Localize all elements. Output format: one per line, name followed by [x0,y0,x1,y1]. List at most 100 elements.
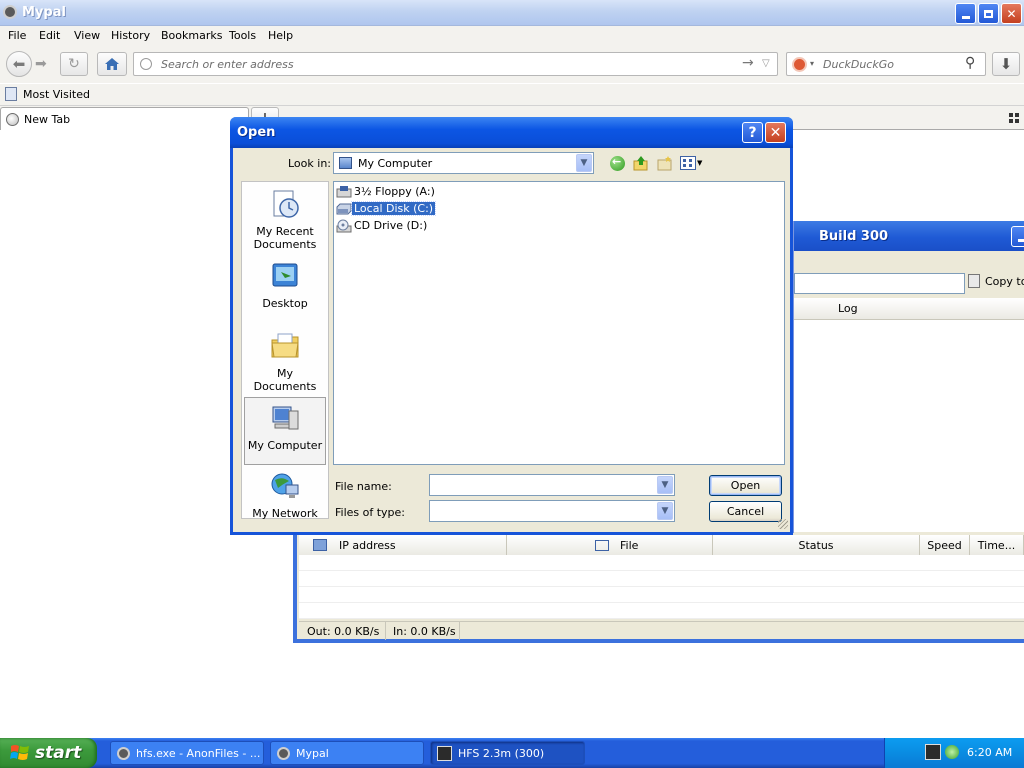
up-folder-button[interactable] [633,155,649,171]
menu-edit[interactable]: Edit [39,29,60,42]
dialog-close-button[interactable]: ✕ [765,122,786,143]
file-name-label: File name: [335,480,392,493]
page-info-icon [140,58,152,70]
view-menu-button[interactable]: ▼ [680,155,704,171]
chevron-down-icon[interactable]: ▼ [657,476,673,494]
place-label: My Documents [253,367,317,393]
back-arrow-icon: ⬅ [12,55,26,73]
task-hfs-anonfiles[interactable]: hfs.exe - AnonFiles - ... [110,741,264,765]
files-of-type-select[interactable]: ▼ [429,500,675,522]
start-button[interactable]: start [0,738,97,768]
open-button[interactable]: Open [709,475,782,496]
all-tabs-icon[interactable] [1009,113,1019,123]
col-time-label: Time... [977,538,1016,552]
col-ip-address[interactable]: IP address [299,535,507,555]
up-folder-icon [633,156,648,171]
file-name-input[interactable]: ▼ [429,474,675,496]
place-label: Desktop [262,297,308,310]
navigation-toolbar: ⬅ ➡ ↻ Search or enter address → ▽ ▾ Duck… [0,47,1024,83]
col-speed-label: Speed [927,538,962,552]
browser-titlebar: Mypal ✕ [0,0,1024,26]
table-row [299,555,1024,571]
menu-tools[interactable]: Tools [229,29,256,42]
search-bar[interactable]: ▾ DuckDuckGo ⚲ [786,52,986,76]
list-item-floppy-a[interactable]: 3½ Floppy (A:) [336,184,437,199]
place-my-computer[interactable]: My Computer [244,397,326,465]
hfs-tray-icon[interactable] [925,744,941,760]
menu-bar: File Edit View History Bookmarks Tools H… [0,26,1024,47]
place-my-recent-documents[interactable]: My Recent Documents [244,188,326,251]
bookmark-most-visited[interactable]: Most Visited [5,87,90,101]
chevron-down-icon: ▼ [697,159,703,167]
place-my-documents[interactable]: My Documents [244,330,326,393]
menu-history[interactable]: History [111,29,150,42]
chevron-down-icon[interactable]: ▼ [657,502,673,520]
cancel-button[interactable]: Cancel [709,501,782,522]
help-button[interactable]: ? [742,122,763,143]
task-hfs-app[interactable]: HFS 2.3m (300) [430,741,585,765]
restore-button[interactable] [978,3,999,24]
forward-button[interactable]: ➡ [35,56,47,72]
home-button[interactable] [97,52,127,76]
log-header[interactable]: Log [794,298,1024,320]
hfs-minimize-button[interactable] [1011,226,1024,247]
col-file[interactable]: File [507,535,713,555]
hfs-title: Build 300 [819,229,889,244]
recent-documents-icon [273,190,299,218]
menu-view[interactable]: View [74,29,100,42]
status-divider [459,622,460,640]
bookmarks-toolbar: Most Visited [0,84,1024,106]
file-name: Local Disk (C:) [350,201,437,216]
task-mypal[interactable]: Mypal [270,741,424,765]
desktop-icon [272,263,298,287]
back-folder-button[interactable]: ← [610,155,625,171]
history-dropdown-icon[interactable]: ▽ [762,58,770,69]
taskbar: start hfs.exe - AnonFiles - ... Mypal HF… [0,738,1024,768]
cd-drive-icon [336,219,352,232]
col-time[interactable]: Time... [970,535,1024,555]
go-arrow-icon[interactable]: → [742,55,754,71]
minimize-icon [1017,239,1024,242]
task-label: Mypal [296,746,329,760]
new-folder-button[interactable] [657,155,673,171]
col-status[interactable]: Status [713,535,920,555]
file-name: CD Drive (D:) [354,219,428,232]
network-tray-icon[interactable] [945,745,959,759]
forward-arrow-icon: ➡ [35,56,47,72]
menu-bookmarks[interactable]: Bookmarks [161,29,222,42]
mypal-app-icon [277,746,290,760]
windows-logo-icon [10,745,29,760]
copy-to-clipboard-button[interactable]: Copy to [968,274,1024,288]
network-icon [313,539,327,551]
col-speed[interactable]: Speed [920,535,970,555]
my-documents-icon [271,333,299,358]
downloads-button[interactable]: ⬇ [992,52,1020,76]
address-bar[interactable]: Search or enter address → ▽ [133,52,778,76]
place-desktop[interactable]: Desktop [244,260,326,310]
view-list-icon [680,156,696,170]
resize-grip-icon[interactable] [778,519,788,529]
dialog-titlebar: Open ? ✕ [230,117,793,148]
my-computer-small-icon [339,157,352,169]
search-engine-dropdown-icon[interactable]: ▾ [810,59,814,68]
clock: 6:20 AM [967,746,1013,759]
reload-button[interactable]: ↻ [60,52,88,76]
list-item-local-disk-c[interactable]: Local Disk (C:) [336,201,437,216]
look-in-dropdown[interactable]: My Computer ▼ [333,152,594,174]
minimize-button[interactable] [955,3,976,24]
close-button[interactable]: ✕ [1001,3,1022,24]
place-my-network[interactable]: My Network [244,470,326,520]
place-label: My Network [252,507,318,520]
my-computer-icon [272,406,299,430]
list-item-cd-drive-d[interactable]: CD Drive (D:) [336,218,429,233]
back-button[interactable]: ⬅ [6,51,32,77]
hfs-url-field[interactable] [794,273,965,294]
chevron-down-icon[interactable]: ▼ [576,154,592,172]
file-list[interactable]: 3½ Floppy (A:) Local Disk (C:) CD Drive … [333,181,785,465]
look-in-label: Look in: [288,157,331,170]
mypal-app-icon [3,5,17,19]
search-icon[interactable]: ⚲ [965,55,975,71]
menu-file[interactable]: File [8,29,26,42]
menu-help[interactable]: Help [268,29,293,42]
tab-new-tab[interactable]: New Tab [0,107,249,130]
